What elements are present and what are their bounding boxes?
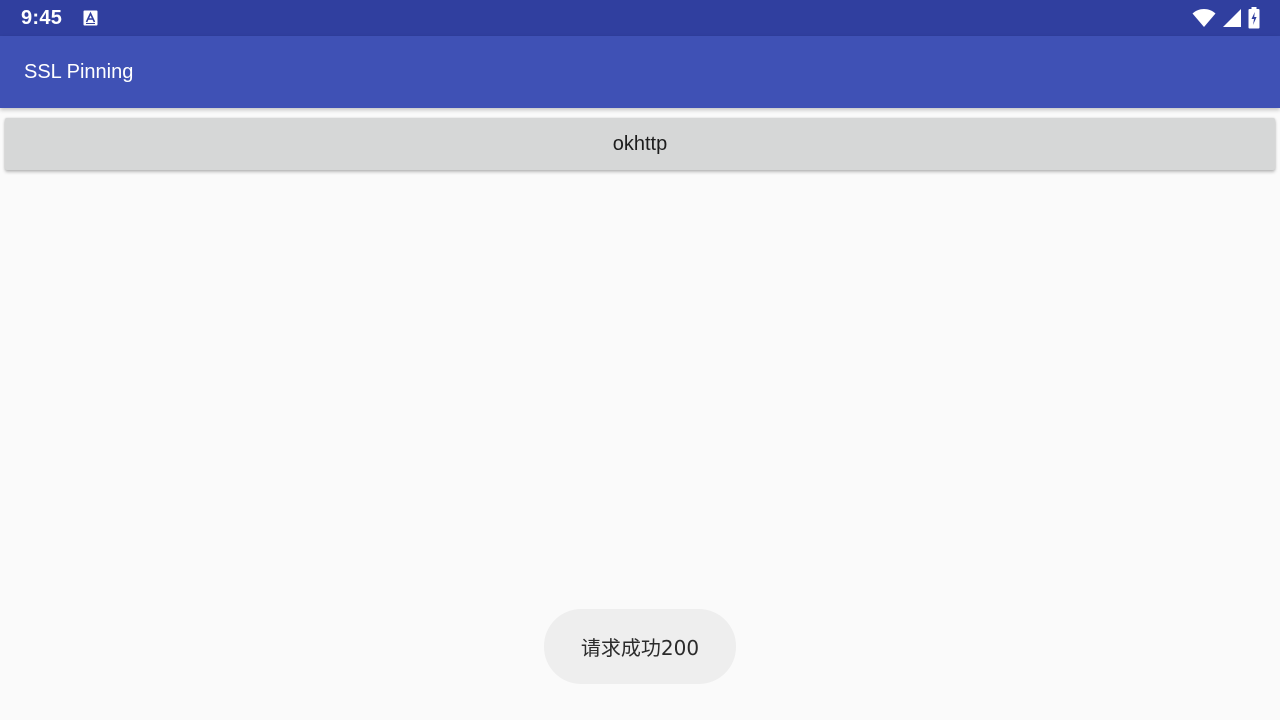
status-icons <box>1192 6 1260 30</box>
app-screen: 9:45 SSL Pinning okhttp 请求成功200 <box>0 0 1280 720</box>
text-a-icon <box>83 10 98 26</box>
cell-signal-icon <box>1222 8 1242 28</box>
app-title: SSL Pinning <box>24 61 134 83</box>
status-time: 9:45 <box>21 7 63 29</box>
toast-message: 请求成功200 <box>544 609 736 684</box>
okhttp-button[interactable]: okhttp <box>5 118 1275 170</box>
battery-charging-icon <box>1248 7 1260 29</box>
status-bar: 9:45 <box>0 0 1280 36</box>
app-bar: SSL Pinning <box>0 36 1280 108</box>
wifi-icon <box>1192 8 1216 28</box>
